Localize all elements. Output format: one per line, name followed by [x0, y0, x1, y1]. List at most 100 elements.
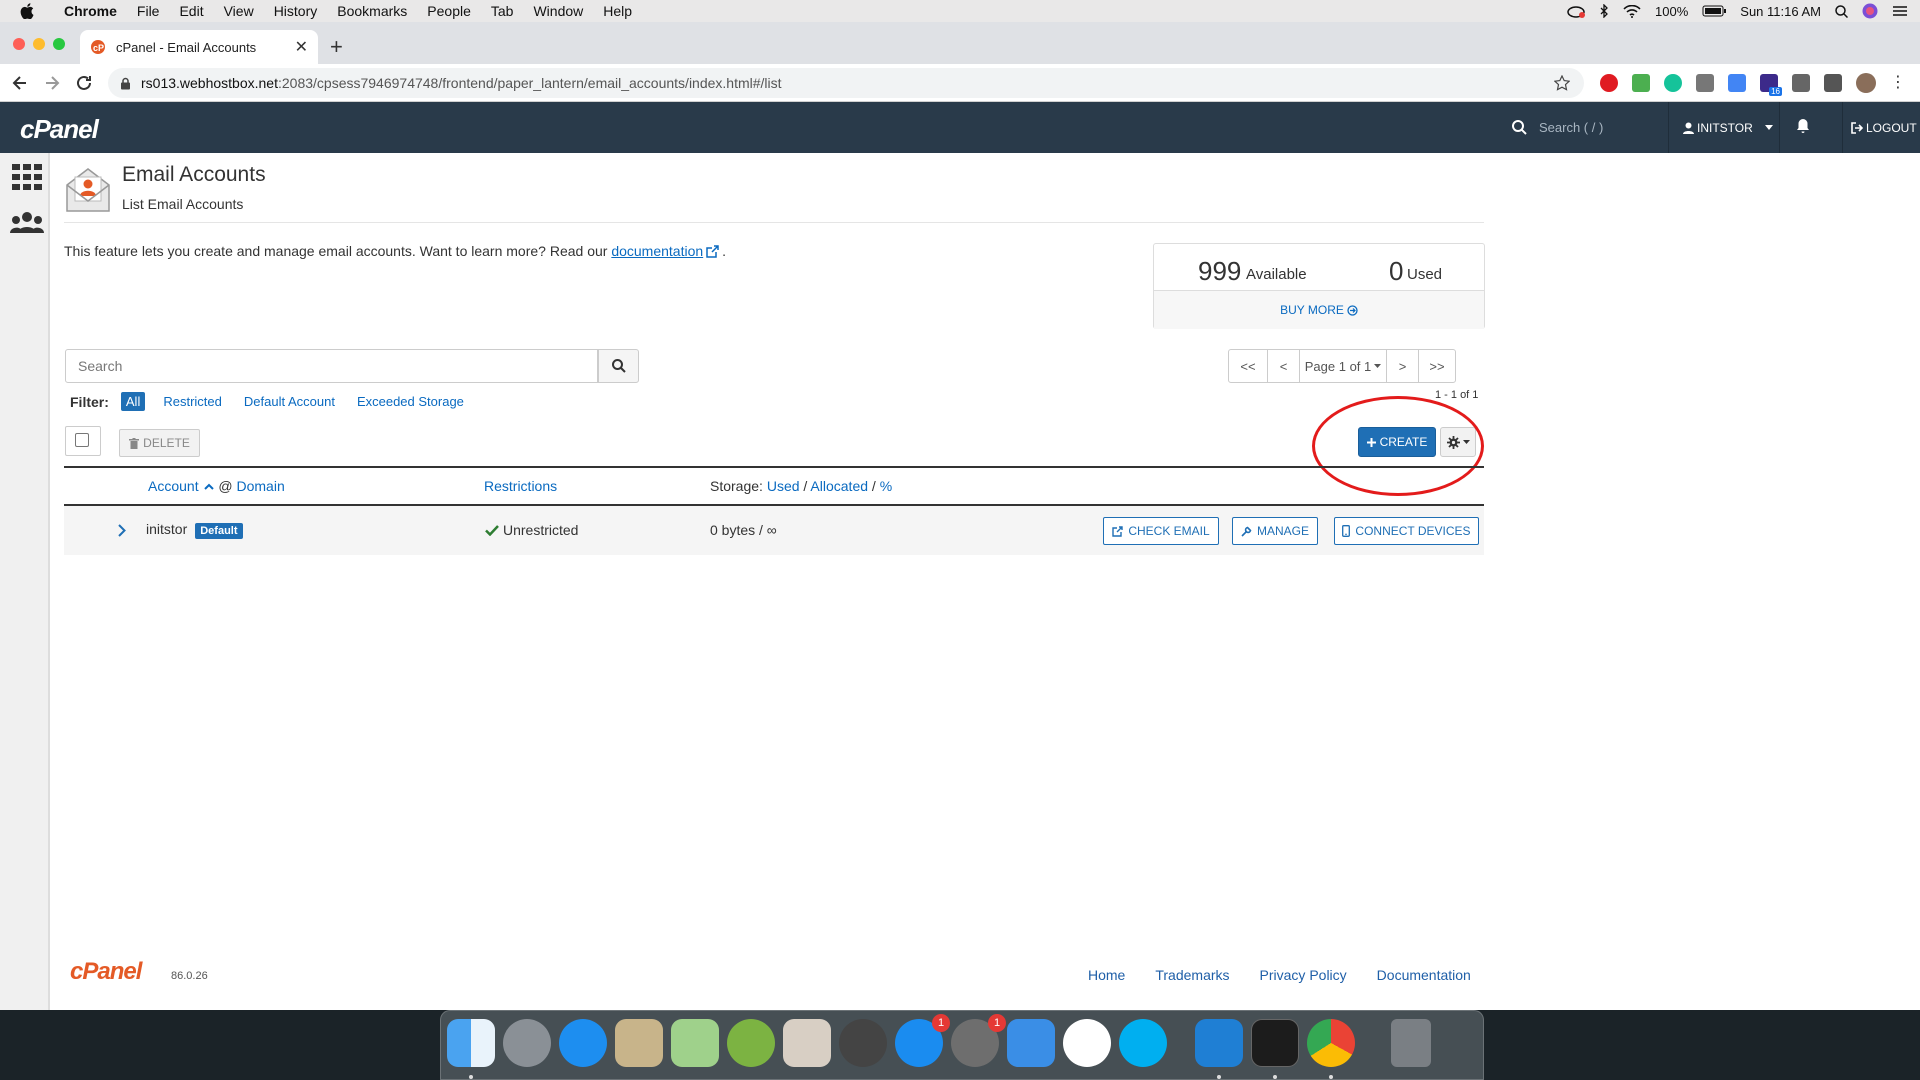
window-close-button[interactable]: [13, 38, 25, 50]
menu-window[interactable]: Window: [523, 0, 593, 22]
android-studio-icon[interactable]: [727, 1019, 775, 1067]
profile-avatar[interactable]: [1856, 73, 1876, 93]
skype-icon[interactable]: [1119, 1019, 1167, 1067]
cpanel-search[interactable]: Search ( / ): [1512, 102, 1603, 153]
notifications-bell-icon[interactable]: [1796, 118, 1810, 134]
col-restrictions[interactable]: Restrictions: [484, 478, 557, 494]
wifi-icon[interactable]: [1623, 4, 1641, 18]
menu-file[interactable]: File: [127, 0, 170, 22]
menu-tab[interactable]: Tab: [481, 0, 524, 22]
last-page-button[interactable]: >>: [1418, 349, 1456, 383]
external-link-icon[interactable]: [706, 245, 719, 258]
battery-icon[interactable]: [1702, 5, 1727, 17]
tableplus-icon[interactable]: [839, 1019, 887, 1067]
filter-all[interactable]: All: [120, 392, 146, 411]
col-domain[interactable]: Domain: [236, 478, 284, 494]
bluetooth-icon[interactable]: [1599, 4, 1609, 18]
logout-icon: [1851, 121, 1863, 134]
logout-button[interactable]: LOGOUT: [1842, 102, 1920, 153]
col-percent[interactable]: %: [880, 478, 892, 494]
manage-button[interactable]: MANAGE: [1232, 517, 1318, 545]
caret-down-icon: [1374, 364, 1382, 368]
account-search-input[interactable]: Search: [65, 349, 598, 383]
cpanel-main: [50, 153, 1920, 1010]
filter-default-account[interactable]: Default Account: [244, 394, 335, 409]
next-page-button[interactable]: >: [1386, 349, 1419, 383]
page-select[interactable]: Page 1 of 1: [1299, 349, 1387, 383]
search-button[interactable]: [598, 349, 639, 383]
footer-cpanel-logo[interactable]: cPanel: [70, 958, 142, 986]
menu-edit[interactable]: Edit: [169, 0, 213, 22]
xcode-icon[interactable]: [1007, 1019, 1055, 1067]
col-allocated[interactable]: Allocated: [810, 478, 868, 494]
check-email-button[interactable]: CHECK EMAIL: [1103, 517, 1219, 545]
calculator-icon[interactable]: [783, 1019, 831, 1067]
extensions-puzzle-icon[interactable]: [1792, 74, 1810, 92]
users-group-icon[interactable]: [10, 211, 44, 235]
buy-more-link[interactable]: BUY MORE: [1154, 290, 1484, 329]
reading-list-icon[interactable]: [1824, 74, 1842, 92]
menu-help[interactable]: Help: [593, 0, 642, 22]
slack-icon[interactable]: [1063, 1019, 1111, 1067]
camera-extension-icon[interactable]: [1696, 74, 1714, 92]
apps-grid-icon[interactable]: [12, 164, 42, 190]
prev-page-button[interactable]: <: [1267, 349, 1300, 383]
creative-cloud-icon[interactable]: [1567, 4, 1586, 18]
extension-pencil-icon[interactable]: [1632, 74, 1650, 92]
footer-home-link[interactable]: Home: [1088, 967, 1125, 983]
safari-icon[interactable]: [559, 1019, 607, 1067]
delete-button[interactable]: DELETE: [119, 429, 200, 457]
chrome-icon[interactable]: [1307, 1019, 1355, 1067]
menu-app-name[interactable]: Chrome: [54, 0, 127, 22]
grammarly-icon[interactable]: [1664, 74, 1682, 92]
maps-icon[interactable]: [671, 1019, 719, 1067]
bookmark-star-icon[interactable]: [1554, 75, 1570, 91]
chrome-menu-icon[interactable]: ⋮: [1890, 72, 1908, 91]
footer-documentation-link[interactable]: Documentation: [1377, 967, 1471, 983]
forward-arrow-icon[interactable]: [42, 73, 62, 93]
expand-chevron-icon[interactable]: [118, 524, 126, 537]
menu-view[interactable]: View: [214, 0, 264, 22]
trash-icon[interactable]: [1391, 1019, 1431, 1067]
user-menu[interactable]: INITSTOR: [1668, 102, 1780, 153]
siri-icon[interactable]: [1862, 3, 1878, 19]
apple-menu-icon[interactable]: [0, 3, 54, 19]
filter-exceeded-storage[interactable]: Exceeded Storage: [357, 394, 464, 409]
new-tab-button[interactable]: +: [330, 34, 343, 60]
translate-extension-icon[interactable]: [1728, 74, 1746, 92]
terminal-icon[interactable]: [1251, 1019, 1299, 1067]
menu-history[interactable]: History: [264, 0, 328, 22]
mail-stamp-icon[interactable]: [615, 1019, 663, 1067]
tab-close-icon[interactable]: ✕: [295, 37, 308, 57]
spotlight-icon[interactable]: [1835, 4, 1848, 18]
vscode-icon[interactable]: [1195, 1019, 1243, 1067]
launchpad-icon[interactable]: [503, 1019, 551, 1067]
opera-extension-icon[interactable]: [1600, 74, 1618, 92]
control-center-icon[interactable]: [1892, 5, 1908, 17]
first-page-button[interactable]: <<: [1228, 349, 1268, 383]
window-zoom-button[interactable]: [53, 38, 65, 50]
menu-people[interactable]: People: [417, 0, 481, 22]
col-used[interactable]: Used: [767, 478, 800, 494]
address-bar[interactable]: rs013.webhostbox.net :2083/cpsess7946974…: [108, 68, 1584, 98]
sort-account-header[interactable]: Account @ Domain: [148, 478, 285, 494]
reload-icon[interactable]: [74, 73, 94, 93]
window-minimize-button[interactable]: [33, 38, 45, 50]
filter-restricted[interactable]: Restricted: [163, 394, 222, 409]
lock-icon[interactable]: [120, 77, 131, 90]
sort-ascending-icon[interactable]: [204, 483, 215, 490]
browser-tab[interactable]: cP cPanel - Email Accounts ✕: [80, 30, 318, 64]
footer-privacy-link[interactable]: Privacy Policy: [1260, 967, 1347, 983]
username: INITSTOR: [1697, 120, 1753, 135]
connect-devices-button[interactable]: CONNECT DEVICES: [1334, 517, 1479, 545]
footer-trademarks-link[interactable]: Trademarks: [1155, 967, 1229, 983]
clock[interactable]: Sun 11:16 AM: [1740, 4, 1821, 19]
col-account[interactable]: Account: [148, 478, 199, 494]
documentation-link[interactable]: documentation: [611, 243, 703, 259]
menu-bookmarks[interactable]: Bookmarks: [327, 0, 417, 22]
select-all-checkbox[interactable]: [75, 433, 89, 447]
back-arrow-icon[interactable]: [10, 73, 30, 93]
finder-icon[interactable]: [447, 1019, 495, 1067]
cpanel-logo[interactable]: cPanel: [20, 114, 99, 145]
extension-badge-icon[interactable]: 16: [1760, 74, 1782, 96]
